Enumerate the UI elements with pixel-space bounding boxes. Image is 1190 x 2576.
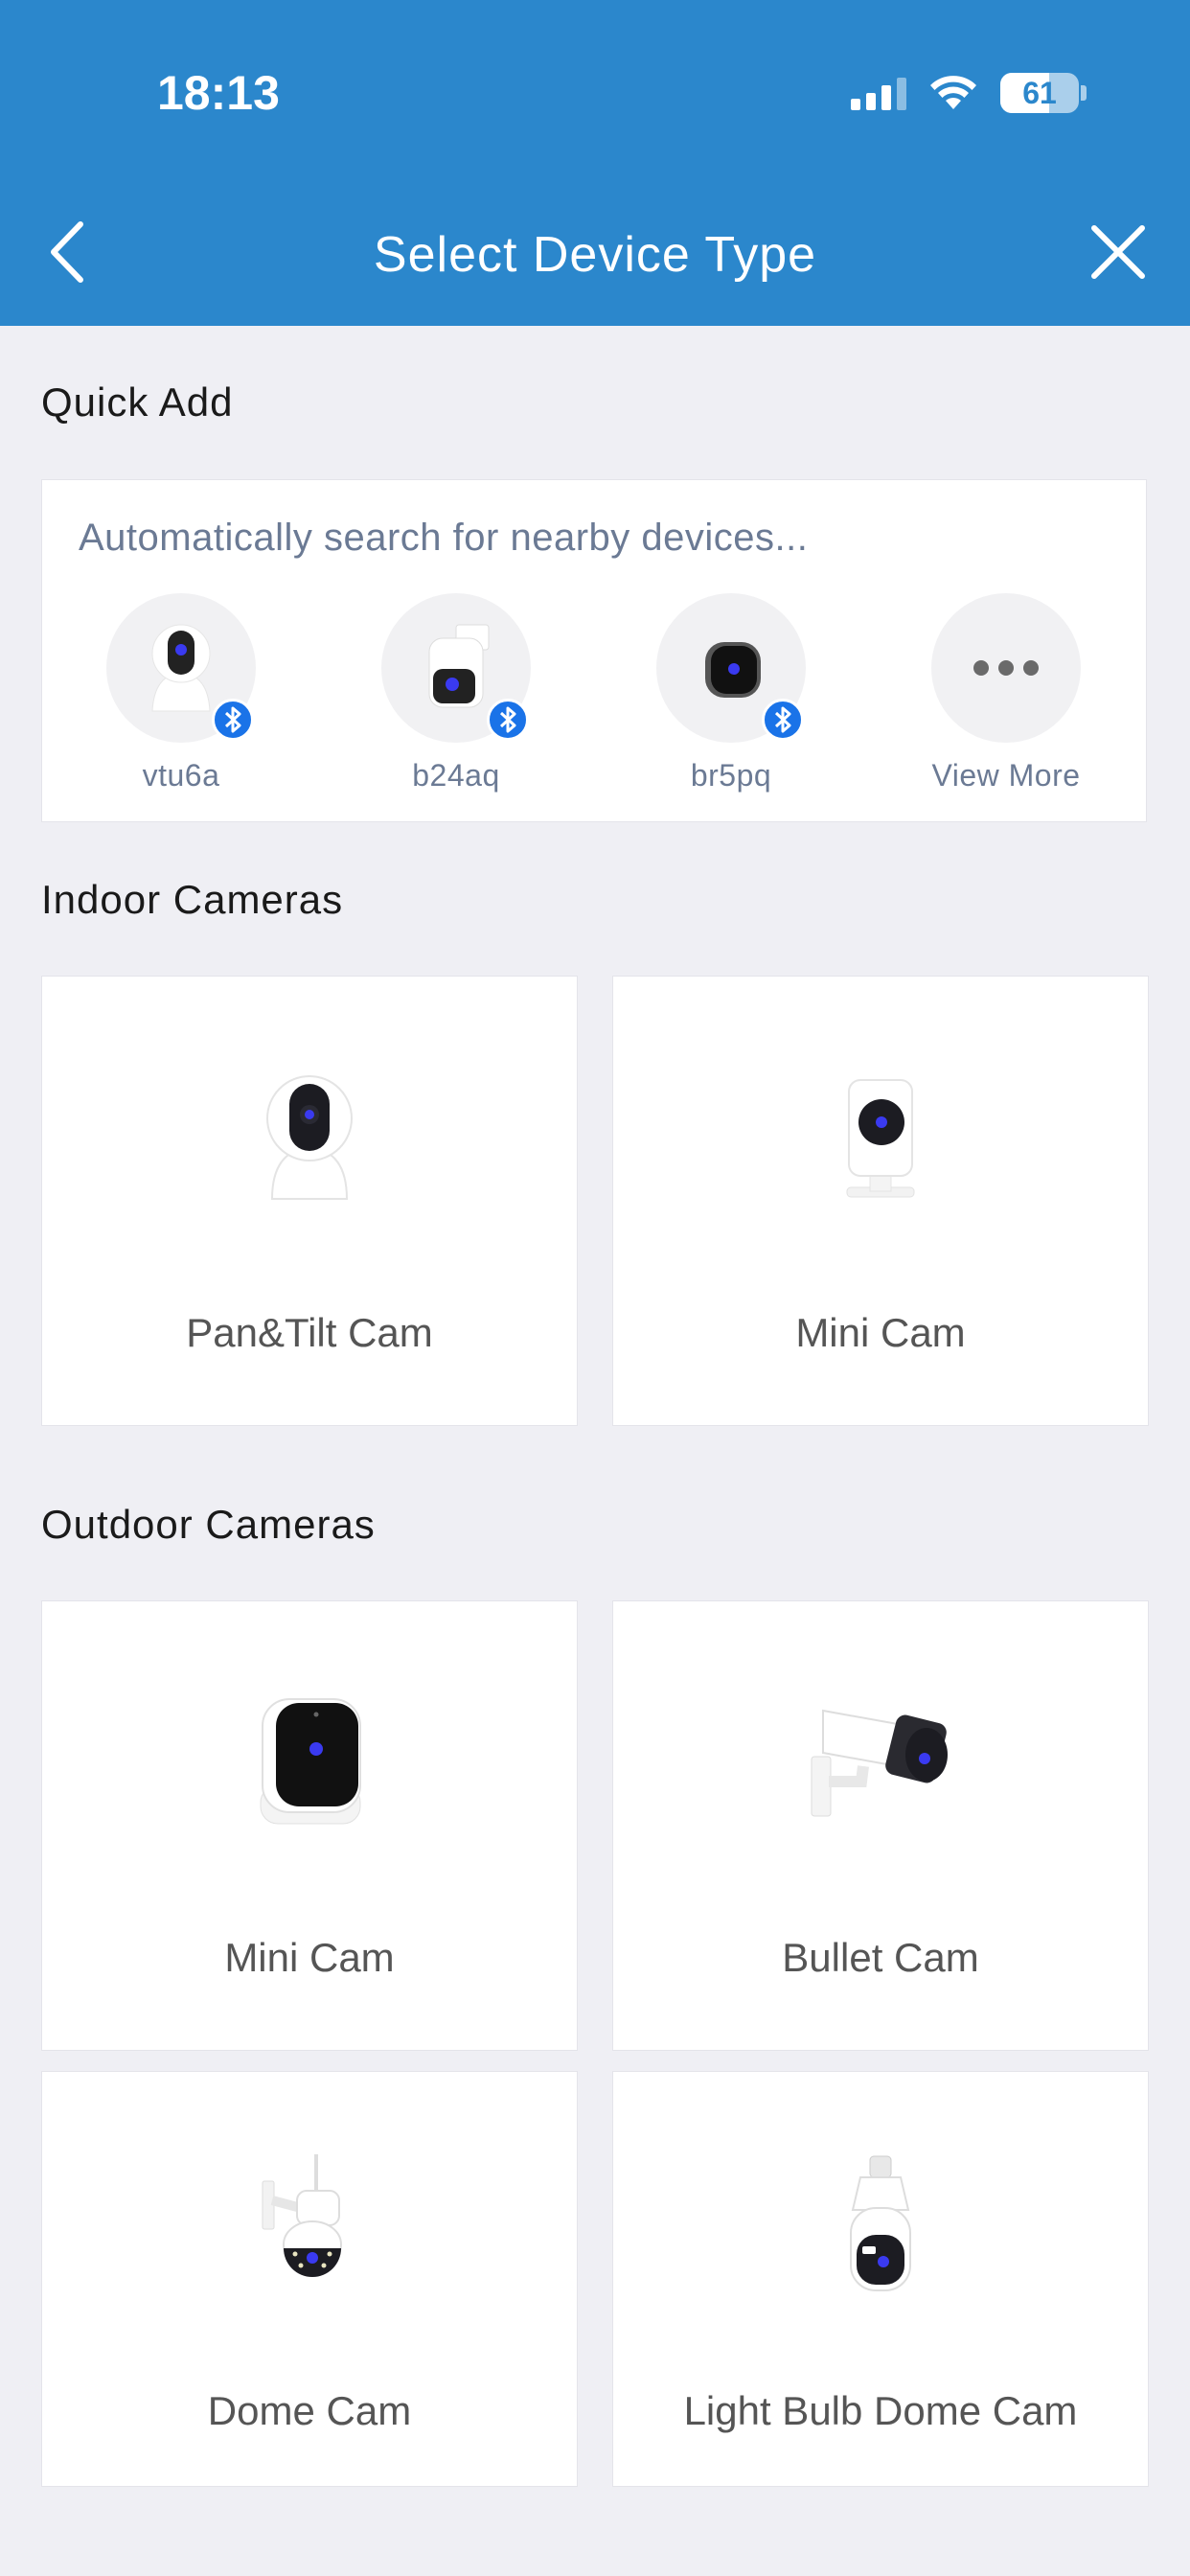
outdoor-pan-tilt-camera-icon	[428, 624, 490, 708]
device-card-dome-cam[interactable]: Dome Cam	[41, 2071, 578, 2487]
quick-add-device[interactable]: br5pq	[635, 593, 827, 794]
device-label: Pan&Tilt Cam	[186, 1310, 433, 1355]
device-card-outdoor-mini-cam[interactable]: Mini Cam	[41, 1600, 578, 2051]
quick-add-title: Quick Add	[41, 380, 234, 425]
device-label: Light Bulb Dome Cam	[683, 2388, 1078, 2433]
pan-tilt-camera-icon	[151, 624, 211, 712]
device-label: Mini Cam	[795, 1310, 966, 1355]
quick-add-hint: Automatically search for nearby devices.…	[79, 517, 809, 559]
device-label: Mini Cam	[224, 1935, 395, 1980]
view-more-button[interactable]: View More	[910, 593, 1102, 794]
device-card-light-bulb-dome-cam[interactable]: Light Bulb Dome Cam	[612, 2071, 1149, 2487]
light-bulb-camera-icon	[850, 2155, 911, 2291]
bluetooth-icon	[762, 699, 804, 741]
page-title: Select Device Type	[373, 227, 817, 283]
close-button[interactable]	[1085, 218, 1152, 286]
device-label: Dome Cam	[207, 2388, 412, 2433]
bullet-camera-icon	[811, 1709, 948, 1817]
quick-add-label: br5pq	[690, 758, 772, 793]
battery-level: 61	[1022, 75, 1057, 110]
wifi-icon	[930, 76, 976, 109]
device-card-pan-tilt-cam[interactable]: Pan&Tilt Cam	[41, 976, 578, 1426]
indoor-cameras-title: Indoor Cameras	[41, 877, 344, 922]
bluetooth-icon	[212, 699, 254, 741]
device-card-indoor-mini-cam[interactable]: Mini Cam	[612, 976, 1149, 1426]
quick-add-device[interactable]: b24aq	[360, 593, 552, 794]
quick-add-label: b24aq	[412, 758, 500, 793]
quick-add-label: vtu6a	[142, 758, 220, 793]
outdoor-mini-camera-icon	[260, 1698, 361, 1825]
header: 18:13 61 Select Device Type	[0, 0, 1190, 326]
status-icons: 61	[851, 73, 1087, 113]
outdoor-cameras-title: Outdoor Cameras	[41, 1502, 376, 1547]
compact-camera-icon	[705, 642, 761, 698]
mini-camera-icon	[846, 1079, 915, 1198]
close-icon	[1091, 225, 1145, 279]
quick-add-device[interactable]: vtu6a	[85, 593, 277, 794]
device-label: Bullet Cam	[782, 1935, 979, 1980]
bluetooth-icon	[487, 699, 529, 741]
dome-camera-icon	[262, 2154, 342, 2277]
more-dots-icon	[973, 660, 1039, 676]
view-more-label: View More	[931, 758, 1081, 793]
quick-add-card: Automatically search for nearby devices.…	[41, 479, 1147, 822]
device-card-bullet-cam[interactable]: Bullet Cam	[612, 1600, 1149, 2051]
status-time: 18:13	[157, 66, 280, 120]
battery-icon: 61	[1000, 73, 1079, 113]
pan-tilt-camera-icon	[266, 1075, 353, 1200]
cellular-signal-icon	[851, 76, 906, 110]
